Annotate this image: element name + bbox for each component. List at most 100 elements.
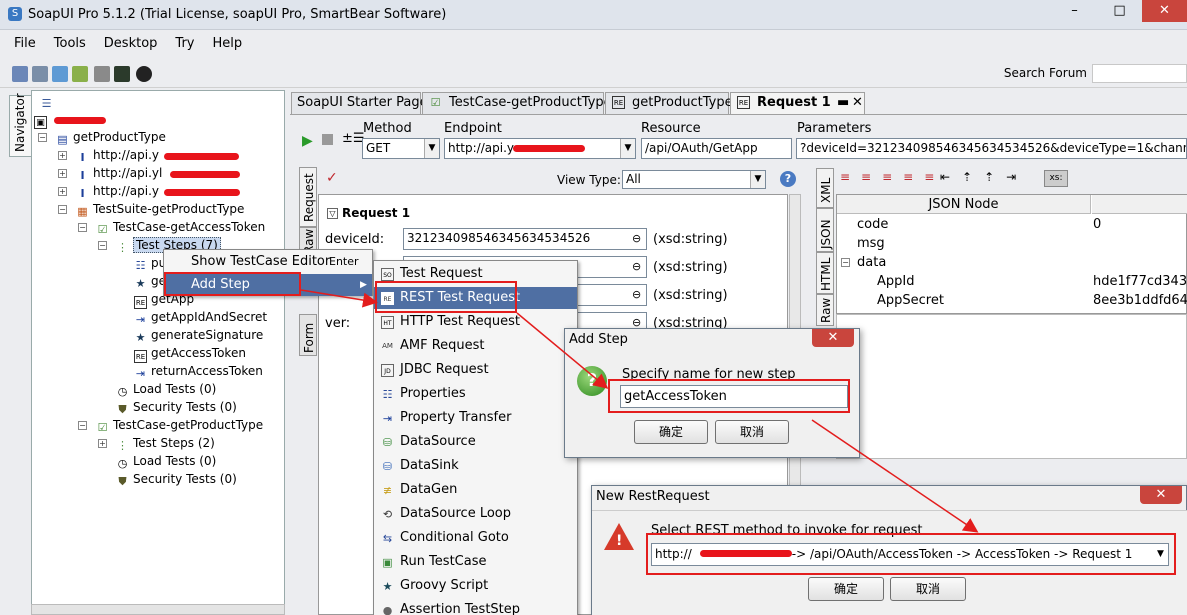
tab-testcase[interactable]: ☑ TestCase-getProductType bbox=[422, 92, 612, 114]
import-project-icon[interactable] bbox=[32, 66, 48, 82]
menu-desktop[interactable]: Desktop bbox=[100, 34, 162, 53]
parameters-input[interactable]: ?deviceId=32123409854634563453452​6&devi… bbox=[796, 138, 1187, 159]
security-tests-node[interactable]: ⛊ Security Tests (0) bbox=[116, 399, 236, 416]
clear-icon[interactable]: ⊖ bbox=[632, 288, 641, 301]
workspace-node[interactable]: ▣ bbox=[34, 111, 51, 129]
close-icon[interactable]: ✕ bbox=[812, 329, 854, 347]
menu-item-show-testcase-editor[interactable]: Show TestCase Editor Enter bbox=[164, 251, 372, 273]
view-type-select[interactable]: All ▼ bbox=[622, 170, 766, 189]
menu-item-amf-request[interactable]: AM AMF Request bbox=[374, 335, 577, 357]
menu-item-assertion-teststep[interactable]: ● Assertion TestStep bbox=[374, 599, 577, 615]
close-icon[interactable]: ✕ bbox=[1140, 486, 1182, 504]
response-nav-icons[interactable]: ⇤⇡⇡⇥ bbox=[940, 170, 1028, 184]
method-select[interactable]: GET ▼ bbox=[362, 138, 440, 159]
menu-item-jdbc-request[interactable]: JD JDBC Request bbox=[374, 359, 577, 381]
step-node[interactable]: ★ ge bbox=[134, 273, 166, 290]
xsd-button[interactable]: xs: bbox=[1044, 170, 1068, 187]
endpoint-node[interactable]: Ihttp://api.y bbox=[76, 147, 159, 164]
tab-getproducttype[interactable]: RE getProductType bbox=[605, 92, 733, 114]
maximize-button[interactable]: □ bbox=[1097, 0, 1142, 22]
project-icon: ▤ bbox=[57, 133, 68, 146]
endpoint-node[interactable]: Ihttp://api.yl bbox=[76, 165, 162, 182]
resource-input[interactable]: /api/OAuth/GetApp bbox=[641, 138, 792, 159]
preferences-icon[interactable] bbox=[94, 66, 110, 82]
tab-request-1[interactable]: RE Request 1 ▬ ✕ bbox=[730, 92, 865, 114]
menu-item-properties[interactable]: ☷ Properties bbox=[374, 383, 577, 405]
load-tests-node[interactable]: ◷ Load Tests (0) bbox=[116, 381, 217, 398]
tab-starter-page[interactable]: SoapUI Starter Page bbox=[291, 92, 428, 114]
collapse-section-icon[interactable]: ▽ bbox=[327, 208, 338, 219]
expand-toggle[interactable]: − bbox=[78, 421, 87, 430]
step-node[interactable]: ★ generateSignature bbox=[134, 327, 264, 344]
json-side-tab[interactable]: JSON bbox=[816, 208, 834, 252]
request-side-tab[interactable]: Request bbox=[299, 167, 317, 227]
endpoint-node[interactable]: Ihttp://api.y bbox=[76, 183, 159, 200]
param-value-input[interactable]: 321234098546345634534526 bbox=[403, 228, 647, 250]
menu-item-http-test-request[interactable]: HT HTTP Test Request bbox=[374, 311, 577, 333]
menu-try[interactable]: Try bbox=[171, 34, 198, 53]
close-button[interactable]: ✕ bbox=[1142, 0, 1187, 22]
test-steps-node[interactable]: ⋮ Test Steps (2) bbox=[116, 435, 215, 452]
stop-icon[interactable] bbox=[322, 134, 333, 145]
expand-project-toggle[interactable]: − bbox=[38, 133, 47, 142]
test-steps-icon: ⋮ bbox=[117, 241, 128, 254]
minimize-button[interactable]: – bbox=[1052, 0, 1097, 22]
html-side-tab[interactable]: HTML bbox=[816, 252, 834, 294]
rest-service-icon: I bbox=[80, 169, 85, 182]
testcase-node[interactable]: ☑ TestCase-getAccessToken bbox=[96, 219, 266, 236]
navigator-toolbar-icon[interactable]: ☰ bbox=[40, 93, 57, 110]
clear-icon[interactable]: ⊖ bbox=[632, 232, 641, 245]
expand-toggle[interactable]: − bbox=[78, 223, 87, 232]
expand-toggle[interactable]: − bbox=[58, 205, 67, 214]
expand-toggle[interactable]: − bbox=[98, 241, 107, 250]
forum-icon[interactable] bbox=[72, 66, 88, 82]
help-icon[interactable] bbox=[136, 66, 152, 82]
menu-file[interactable]: File bbox=[10, 34, 40, 53]
close-tab-icon[interactable]: ✕ bbox=[852, 93, 863, 113]
expand-toggle[interactable]: + bbox=[58, 151, 67, 160]
minimize-tab-icon[interactable]: ▬ bbox=[837, 93, 849, 113]
testsuite-node[interactable]: ▦ TestSuite-getProductType bbox=[76, 201, 244, 218]
ok-button[interactable]: 确定 bbox=[634, 420, 708, 444]
cancel-button[interactable]: 取消 bbox=[890, 577, 966, 601]
raw-side-tab[interactable]: Raw bbox=[816, 294, 834, 326]
load-tests-node[interactable]: ◷ Load Tests (0) bbox=[116, 453, 217, 470]
menu-tools[interactable]: Tools bbox=[50, 34, 90, 53]
xml-side-tab[interactable]: XML bbox=[816, 168, 834, 208]
navigator-scrollbar[interactable] bbox=[31, 604, 285, 615]
save-all-icon[interactable] bbox=[52, 66, 68, 82]
response-toolbar-icons[interactable]: ≡≡≡≡≡ bbox=[840, 170, 945, 184]
step-node[interactable]: ☷ pu bbox=[134, 255, 167, 272]
step-node[interactable]: ⇥ returnAccessToken bbox=[134, 363, 263, 380]
navigator-tab[interactable]: Navigator bbox=[9, 93, 31, 157]
run-icon[interactable]: ▶ bbox=[302, 133, 313, 149]
step-node[interactable]: ⇥ getAppIdAndSecret bbox=[134, 309, 267, 326]
clear-icon[interactable]: ⊖ bbox=[632, 260, 641, 273]
project-node[interactable]: ▤ getProductType bbox=[56, 129, 166, 146]
menu-item-datasource-loop[interactable]: ⟲ DataSource Loop bbox=[374, 503, 577, 525]
new-project-icon[interactable] bbox=[12, 66, 28, 82]
expand-toggle[interactable]: + bbox=[98, 439, 107, 448]
validate-icon[interactable]: ✓ bbox=[326, 170, 338, 186]
menu-item-property-transfer[interactable]: ⇥ Property Transfer bbox=[374, 407, 577, 429]
step-node[interactable]: RE getAccessToken bbox=[134, 345, 246, 363]
menu-item-datagen[interactable]: ≢ DataGen bbox=[374, 479, 577, 501]
ok-button[interactable]: 确定 bbox=[808, 577, 884, 601]
menu-item-datasource[interactable]: ⛁ DataSource bbox=[374, 431, 577, 453]
help-icon[interactable]: ? bbox=[780, 171, 796, 187]
search-forum-input[interactable] bbox=[1092, 64, 1187, 83]
expand-toggle[interactable]: + bbox=[58, 187, 67, 196]
expand-toggle[interactable]: − bbox=[841, 258, 850, 267]
proxy-icon[interactable] bbox=[114, 66, 130, 82]
testcase-node[interactable]: ☑ TestCase-getProductType bbox=[96, 417, 264, 434]
menu-item-run-testcase[interactable]: ▣ Run TestCase bbox=[374, 551, 577, 573]
menu-help[interactable]: Help bbox=[209, 34, 247, 53]
view-type-label: View Type: bbox=[557, 173, 621, 187]
cancel-button[interactable]: 取消 bbox=[715, 420, 789, 444]
menu-item-groovy-script[interactable]: ★ Groovy Script bbox=[374, 575, 577, 597]
menu-item-datasink[interactable]: ⛁ DataSink bbox=[374, 455, 577, 477]
security-tests-node[interactable]: ⛊ Security Tests (0) bbox=[116, 471, 236, 488]
form-side-tab[interactable]: Form bbox=[299, 314, 317, 356]
expand-toggle[interactable]: + bbox=[58, 169, 67, 178]
menu-item-conditional-goto[interactable]: ⇆ Conditional Goto bbox=[374, 527, 577, 549]
